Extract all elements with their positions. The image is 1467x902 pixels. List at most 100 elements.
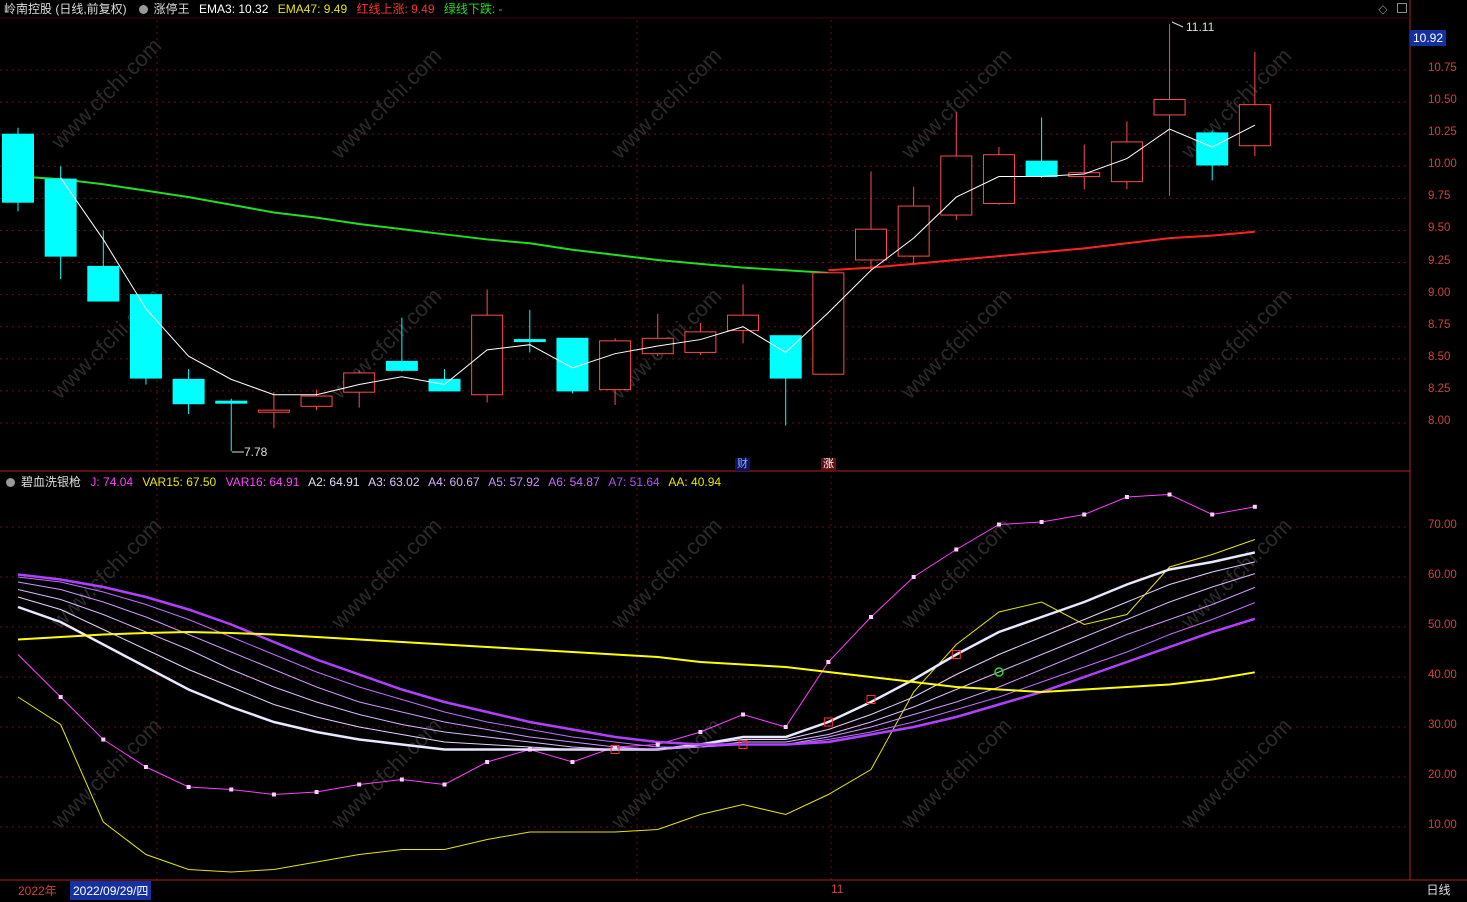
watermark-layer: www.cfchi.com www.cfchi.com www.cfchi.com w…	[45, 33, 1296, 834]
chart-canvas[interactable]: www.cfchi.com www.cfchi.com www.cfchi.com w…	[0, 0, 1467, 902]
candle[interactable]	[2, 127, 34, 212]
price-tick: 10.75	[1428, 62, 1457, 74]
ema-red-path	[828, 230, 1255, 272]
j-value: J: 74.04	[90, 475, 134, 489]
candle[interactable]	[343, 370, 376, 408]
last-price-tag: 10.92	[1410, 30, 1446, 46]
candle[interactable]	[727, 284, 760, 344]
watermark-text: www.cfchi.com	[1175, 513, 1296, 634]
series-var16-line	[17, 551, 1256, 751]
indicator-header: 碧血洗银枪 J: 74.04 VAR15: 67.50 VAR16: 64.91…	[0, 473, 727, 491]
a4-value: A4: 60.67	[428, 475, 480, 489]
watermark-text: www.cfchi.com	[325, 513, 446, 634]
aa-value: AA: 40.94	[668, 475, 722, 489]
candle[interactable]	[769, 335, 802, 426]
watermark-text: www.cfchi.com	[1175, 713, 1296, 834]
candle-body	[1110, 141, 1143, 183]
date-bar: 2022年 2022/09/29/四 11	[0, 880, 1410, 902]
ema3-value: EMA3: 10.32	[199, 2, 269, 16]
candle-body	[129, 294, 162, 379]
candle[interactable]	[172, 369, 205, 415]
candle[interactable]	[1025, 117, 1058, 178]
indicator-tick: 40.00	[1428, 669, 1457, 681]
candle[interactable]	[1153, 23, 1186, 196]
price-tick: 8.50	[1428, 350, 1451, 363]
candle-body	[1025, 160, 1058, 178]
candle[interactable]	[87, 230, 120, 302]
j-point	[698, 730, 703, 734]
indicator-axis: 70.00 60.00 50.00 40.00 30.00 20.00 10.00	[1410, 471, 1467, 880]
candle[interactable]	[1068, 144, 1101, 190]
watermark-text: www.cfchi.com	[605, 713, 726, 834]
price-tick: 9.25	[1428, 254, 1451, 267]
stock-title[interactable]: 岭南控股 (日线,前复权)	[4, 2, 127, 16]
candle-body	[300, 395, 333, 407]
high-pointer	[1171, 21, 1184, 28]
price-tick: 10.25	[1428, 126, 1457, 139]
candle-body	[982, 154, 1015, 204]
candle-body	[257, 409, 290, 413]
restore-icon[interactable]	[1397, 3, 1407, 13]
j-point	[1210, 512, 1215, 517]
candle-body	[684, 331, 717, 353]
candle[interactable]	[812, 272, 845, 375]
month-label: 11	[831, 882, 844, 896]
candle[interactable]	[982, 147, 1015, 205]
candle[interactable]	[428, 369, 461, 392]
diamond-icon[interactable]: ◇	[1378, 2, 1387, 16]
candle-body	[940, 155, 973, 216]
indicator-marks	[58, 492, 1257, 797]
j-point	[357, 782, 362, 787]
limit-up-marker[interactable]: 涨	[821, 458, 836, 471]
j-point	[741, 712, 746, 717]
a2-value: A2: 64.91	[308, 475, 360, 489]
candle-body	[172, 378, 205, 405]
indicator-name[interactable]: 涨停王	[154, 2, 190, 16]
j-point	[1082, 512, 1087, 517]
price-tick: 9.00	[1428, 286, 1451, 299]
j-point	[1124, 495, 1129, 499]
period-button[interactable]: 日线	[1410, 880, 1467, 900]
candle-body	[385, 360, 418, 371]
indicator-tick: 60.00	[1428, 569, 1457, 581]
main-header: 岭南控股 (日线,前复权) 涨停王 EMA3: 10.32 EMA47: 9.49…	[0, 0, 509, 18]
circle-icon[interactable]	[138, 5, 148, 14]
j-point	[314, 790, 319, 794]
circle-icon[interactable]	[6, 478, 15, 487]
j-point	[271, 792, 276, 797]
finance-marker[interactable]: 财	[735, 458, 750, 471]
j-point	[485, 760, 490, 764]
candle-body	[599, 340, 632, 391]
j-point	[442, 782, 447, 787]
year-label: 2022年	[18, 884, 57, 898]
candle[interactable]	[257, 392, 290, 429]
candle[interactable]	[1196, 130, 1229, 181]
candle-body	[727, 314, 760, 332]
watermark-text: www.cfchi.com	[605, 513, 726, 634]
j-point	[143, 765, 148, 769]
candle-body	[2, 133, 34, 203]
candle[interactable]	[471, 289, 504, 403]
indicator2-name[interactable]: 碧血洗银枪	[21, 475, 81, 489]
candle-body	[513, 339, 546, 343]
candle[interactable]	[300, 389, 333, 411]
j-point	[1167, 492, 1172, 497]
indicator-tick: 30.00	[1428, 719, 1457, 731]
low-label: 7.78	[244, 445, 268, 459]
candle-body	[87, 265, 120, 302]
watermark-text: www.cfchi.com	[325, 43, 446, 164]
green-down-value: 绿线下跌: -	[443, 2, 503, 16]
a5-value: A5: 57.92	[488, 475, 540, 489]
candle[interactable]	[215, 398, 248, 452]
candle[interactable]	[556, 337, 589, 394]
watermark-text: www.cfchi.com	[605, 43, 726, 164]
ema-green-line	[17, 175, 829, 274]
candle-body	[812, 272, 845, 375]
a6-value: A6: 54.87	[548, 475, 600, 489]
candle-body	[44, 178, 77, 257]
j-point	[527, 747, 532, 752]
candle[interactable]	[855, 171, 887, 272]
watermark-text: www.cfchi.com	[895, 283, 1016, 404]
candle[interactable]	[1110, 121, 1143, 190]
price-tick: 10.50	[1428, 94, 1457, 107]
